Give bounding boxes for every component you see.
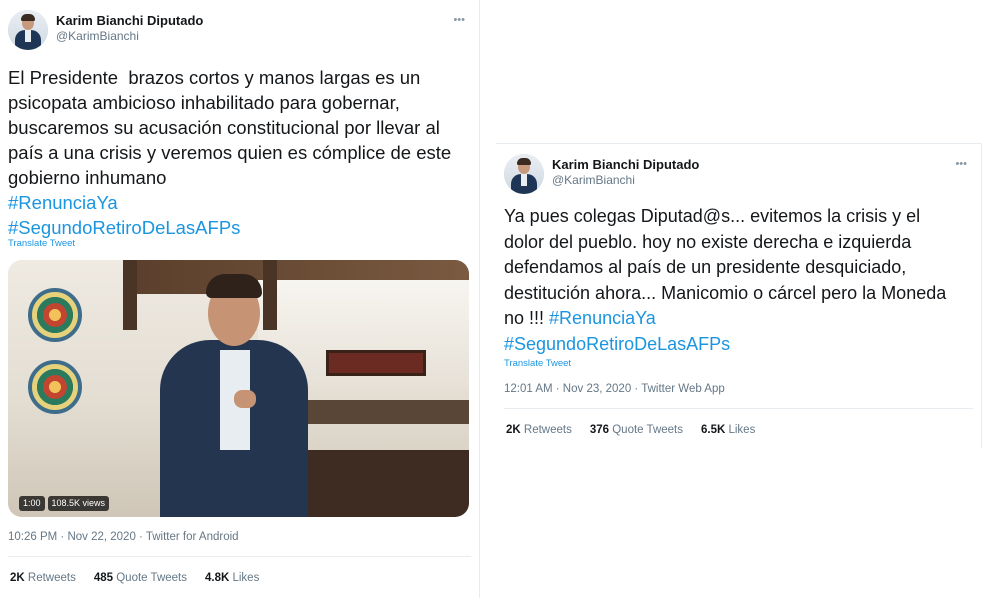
quote-tweets-label: Quote Tweets [116, 572, 187, 584]
retweets-label: Retweets [27, 572, 76, 584]
quote-tweets-count: 376 [589, 424, 610, 436]
tweet-text: Ya pues colegas Diputad@s... evitemos la… [504, 204, 946, 357]
video-duration-badge: 1:00 [19, 496, 45, 511]
tweet-stats: 2K Retweets 376 Quote Tweets 6.5K Likes [506, 424, 755, 436]
likes-count: 4.8K [204, 572, 230, 584]
avatar[interactable] [8, 10, 48, 50]
likes-stat[interactable]: 6.5K Likes [701, 424, 755, 436]
hashtag-link[interactable]: #RenunciaYa [8, 192, 118, 213]
translate-tweet-link[interactable]: Translate Tweet [8, 238, 75, 249]
retweets-stat[interactable]: 2K Retweets [10, 572, 76, 584]
quote-tweets-count: 485 [93, 572, 114, 584]
hashtag-link[interactable]: #SegundoRetiroDeLasAFPs [504, 334, 730, 354]
tweet-card-right: Karim Bianchi Diputado @KarimBianchi •••… [496, 143, 982, 448]
hashtag-link[interactable]: #SegundoRetiroDeLasAFPs [8, 217, 240, 238]
more-options-icon[interactable]: ••• [453, 14, 465, 26]
hashtag-link[interactable]: #RenunciaYa [549, 308, 656, 328]
quote-tweets-label: Quote Tweets [612, 424, 683, 436]
quote-tweets-stat[interactable]: 485 Quote Tweets [94, 572, 187, 584]
tweet-header: Karim Bianchi Diputado @KarimBianchi ••• [504, 154, 973, 198]
likes-count: 6.5K [700, 424, 726, 436]
avatar[interactable] [504, 154, 544, 194]
tweet-body: El Presidente brazos cortos y manos larg… [8, 67, 452, 188]
retweets-count: 2K [506, 424, 521, 436]
tweet-timestamp[interactable]: 12:01 AM · Nov 23, 2020 · Twitter Web Ap… [504, 383, 725, 395]
retweets-label: Retweets [523, 424, 572, 436]
video-player[interactable]: 1:00 108.5K views [8, 260, 469, 517]
divider [8, 556, 471, 557]
quote-tweets-stat[interactable]: 376 Quote Tweets [590, 424, 683, 436]
tweet-card-left: Karim Bianchi Diputado @KarimBianchi •••… [0, 0, 480, 598]
author-handle[interactable]: @KarimBianchi [56, 29, 203, 44]
tweet-header: Karim Bianchi Diputado @KarimBianchi ••• [8, 10, 471, 54]
more-options-icon[interactable]: ••• [955, 158, 967, 170]
translate-tweet-link[interactable]: Translate Tweet [504, 358, 571, 369]
author-handle[interactable]: @KarimBianchi [552, 173, 699, 188]
retweets-stat[interactable]: 2K Retweets [506, 424, 572, 436]
author-display-name[interactable]: Karim Bianchi Diputado [552, 157, 699, 173]
tweet-timestamp[interactable]: 10:26 PM · Nov 22, 2020 · Twitter for An… [8, 531, 239, 543]
tweet-stats: 2K Retweets 485 Quote Tweets 4.8K Likes [10, 572, 259, 584]
video-views-badge: 108.5K views [47, 496, 110, 511]
likes-label: Likes [232, 572, 260, 584]
likes-stat[interactable]: 4.8K Likes [205, 572, 259, 584]
retweets-count: 2K [10, 572, 25, 584]
likes-label: Likes [728, 424, 756, 436]
tweet-text: El Presidente brazos cortos y manos larg… [8, 65, 451, 240]
divider [504, 408, 973, 409]
author-display-name[interactable]: Karim Bianchi Diputado [56, 13, 203, 29]
